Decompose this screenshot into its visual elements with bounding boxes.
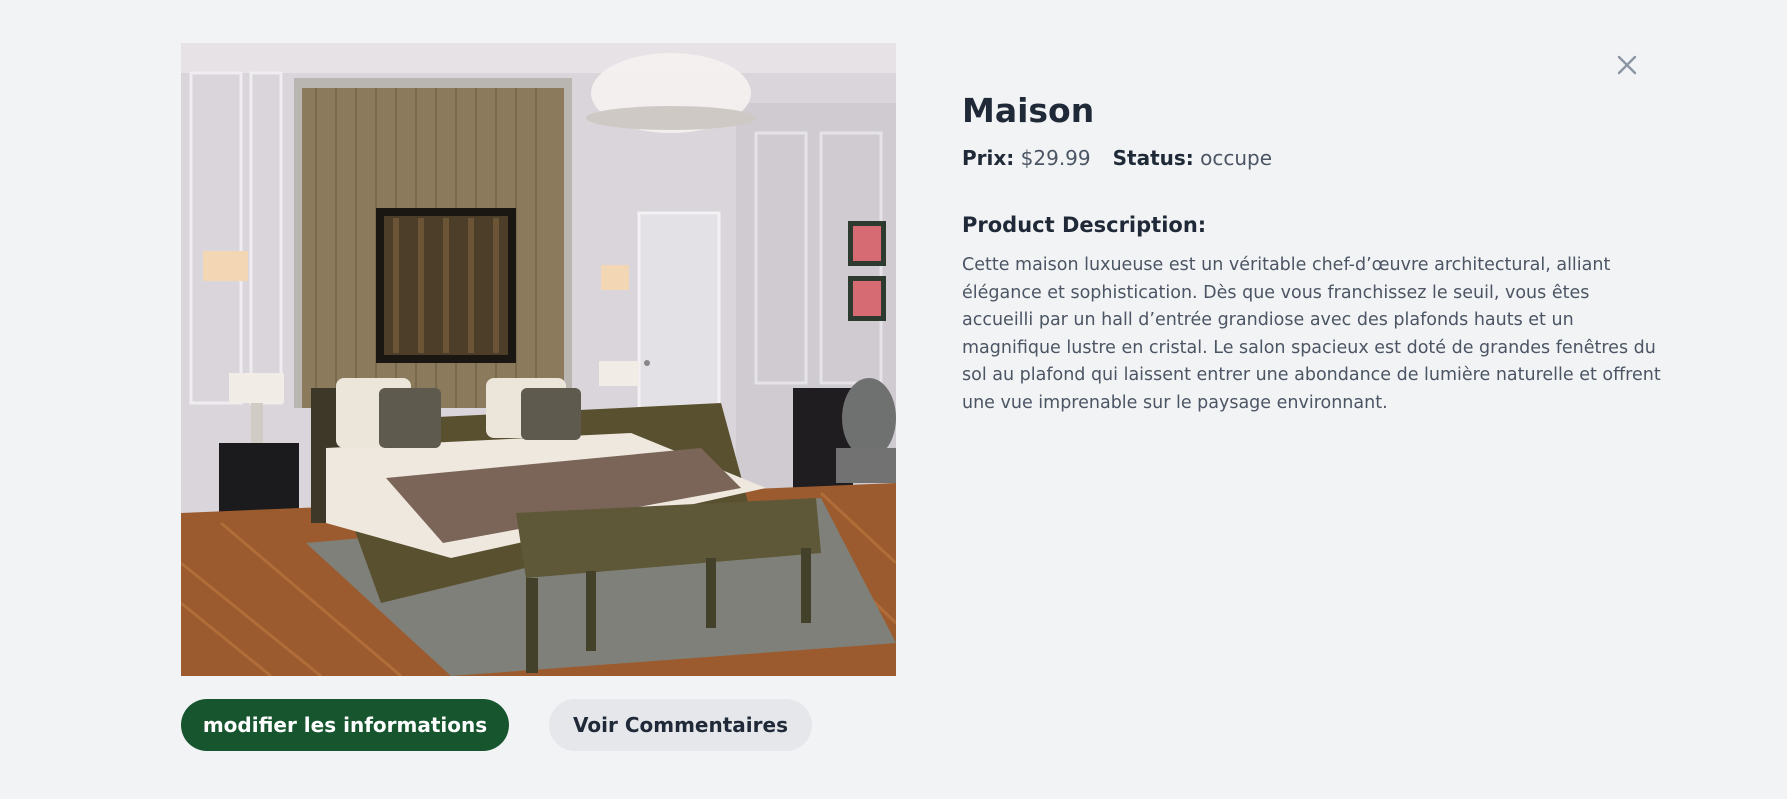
status-info: Status: occupe — [1113, 144, 1272, 172]
price-value: $29.99 — [1020, 146, 1091, 170]
description-text: Cette maison luxueuse est un véritable c… — [962, 255, 1661, 413]
close-button[interactable] — [1612, 50, 1642, 80]
edit-information-button[interactable]: modifier les informations — [181, 699, 509, 751]
status-label: Status: — [1112, 146, 1194, 170]
product-details: Maison Prix: $29.99 Status: occupe Produ… — [962, 88, 1662, 417]
description-heading: Product Description: — [962, 213, 1207, 237]
status-value: occupe — [1200, 146, 1273, 170]
view-comments-button[interactable]: Voir Commentaires — [549, 699, 812, 751]
price-label: Prix: — [962, 146, 1015, 170]
product-image — [181, 43, 896, 676]
close-icon — [1617, 55, 1637, 75]
product-meta: Prix: $29.99 Status: occupe — [962, 144, 1662, 172]
product-title: Maison — [962, 91, 1095, 130]
price-info: Prix: $29.99 — [962, 144, 1091, 172]
